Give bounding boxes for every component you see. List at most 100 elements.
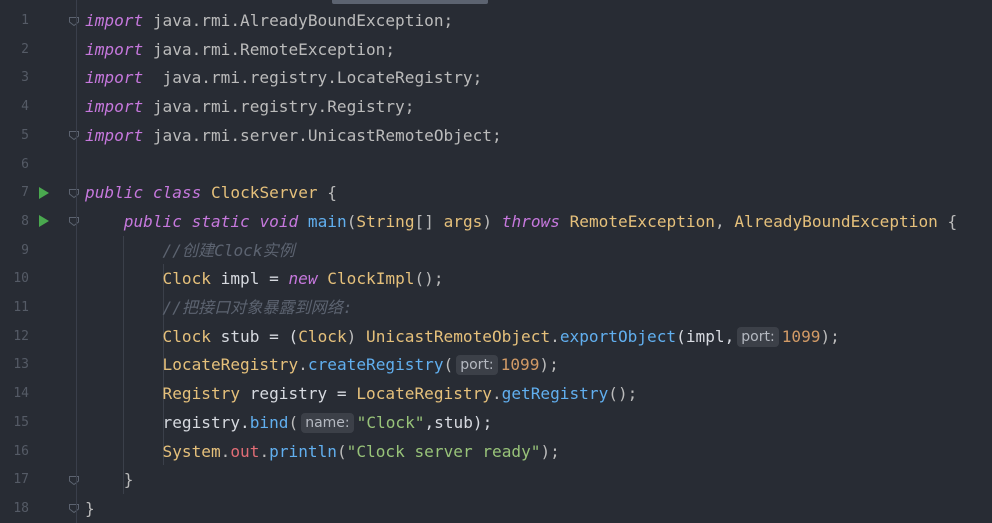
code-token: ): [482, 211, 502, 231]
code-token: Clock: [162, 269, 211, 289]
code-line[interactable]: Clock impl = new ClockImpl();: [85, 264, 444, 293]
code-token: createRegistry: [307, 355, 444, 375]
code-line[interactable]: //把接口对象暴露到网络:: [85, 293, 353, 322]
line-number: 18: [13, 500, 29, 516]
line-number: 15: [13, 414, 29, 430]
fold-icon[interactable]: [68, 15, 80, 27]
code-line[interactable]: System.out.println("Clock server ready")…: [85, 437, 560, 466]
code-line[interactable]: import java.rmi.server.UnicastRemoteObje…: [85, 121, 502, 150]
code-token: Clock: [162, 326, 211, 346]
code-token: impl =: [210, 269, 289, 289]
code-token: Registry: [162, 384, 241, 404]
code-token: ,stub);: [424, 412, 493, 432]
code-token: exportObject: [559, 326, 677, 346]
code-token: );: [540, 441, 560, 461]
code-line[interactable]: public static void main(String[] args) t…: [85, 207, 957, 236]
fold-icon[interactable]: [68, 474, 80, 486]
code-token: new: [288, 269, 318, 289]
code-line[interactable]: import java.rmi.registry.LocateRegistry;: [85, 63, 482, 92]
code-line[interactable]: registry.bind(name: "Clock",stub);: [85, 408, 492, 437]
code-token: println: [269, 441, 337, 461]
code-token: public: [85, 183, 144, 203]
line-number: 11: [13, 300, 29, 315]
gutter-divider: [76, 0, 77, 523]
code-line[interactable]: }: [85, 494, 95, 523]
line-number: 10: [13, 271, 29, 287]
code-token: (impl,: [676, 326, 735, 346]
line-number: 13: [13, 357, 29, 373]
line-number: 12: [13, 328, 29, 344]
code-token: ): [346, 326, 367, 346]
code-token: .: [298, 355, 308, 375]
code-token: Clock: [298, 326, 347, 346]
fold-icon[interactable]: [68, 502, 80, 514]
fold-icon[interactable]: [68, 187, 80, 199]
fold-icon[interactable]: [68, 129, 80, 141]
code-token: .: [491, 384, 502, 404]
code-line[interactable]: public class ClockServer {: [85, 178, 337, 207]
code-token: ();: [608, 384, 638, 404]
line-number: 8: [21, 213, 29, 229]
run-icon[interactable]: [39, 215, 49, 228]
code-token: out: [230, 441, 260, 461]
editor-gutter: 1 2 3 4 5 6 7 8 9 10 11 12 13 14 15 16 17 18: [0, 0, 80, 523]
code-token: //创建Clock实例: [162, 240, 295, 260]
code-token: 1099: [781, 326, 821, 346]
line-number: 2: [21, 41, 29, 57]
code-token: }: [85, 470, 134, 490]
code-token: //把接口对象暴露到网络:: [162, 298, 353, 317]
code-token: import: [85, 39, 144, 59]
code-line[interactable]: import java.rmi.AlreadyBoundException;: [85, 6, 453, 35]
code-token: void: [259, 211, 299, 231]
code-line[interactable]: import java.rmi.RemoteException;: [85, 35, 395, 64]
code-token: ();: [414, 269, 444, 289]
code-line[interactable]: Registry registry = LocateRegistry.getRe…: [85, 379, 638, 408]
code-token: .: [550, 326, 560, 346]
fold-icon[interactable]: [68, 215, 80, 227]
code-token: class: [152, 183, 202, 203]
code-token: String: [356, 211, 415, 231]
code-line[interactable]: Clock stub = (Clock) UnicastRemoteObject…: [85, 322, 840, 351]
code-token: LocateRegistry: [356, 384, 492, 404]
parameter-hint: port:: [456, 355, 498, 376]
code-line[interactable]: }: [85, 465, 134, 494]
code-line[interactable]: import java.rmi.registry.Registry;: [85, 92, 414, 121]
code-token: public: [123, 211, 182, 231]
code-token: import: [85, 11, 144, 30]
code-token: main: [307, 211, 347, 231]
code-token: import: [85, 68, 144, 88]
code-token: getRegistry: [501, 384, 609, 404]
code-token: java.rmi.registry.Registry;: [143, 97, 415, 117]
code-token: ,: [714, 211, 735, 231]
code-token: registry =: [240, 384, 357, 404]
code-token: static: [191, 211, 250, 231]
line-number: 16: [13, 443, 29, 459]
code-token: java.rmi.RemoteException;: [143, 39, 396, 59]
code-token: java.rmi.server.UnicastRemoteObject;: [143, 125, 502, 145]
code-token: 1099: [500, 355, 540, 375]
code-line[interactable]: //创建Clock实例: [85, 236, 295, 265]
parameter-hint: name:: [301, 412, 354, 433]
run-icon[interactable]: [39, 186, 49, 199]
line-number: 5: [21, 127, 29, 143]
line-number: 17: [13, 472, 29, 488]
code-token: stub = (: [210, 326, 299, 346]
code-token: }: [85, 498, 95, 518]
code-line[interactable]: LocateRegistry.createRegistry(port: 1099)…: [85, 350, 559, 379]
code-token: .: [259, 441, 270, 461]
code-token: LocateRegistry: [162, 355, 299, 375]
code-token: .: [220, 441, 231, 461]
code-editor[interactable]: 1 2 3 4 5 6 7 8 9 10 11 12 13 14 15 16 17 18 import java.…: [0, 0, 992, 523]
horizontal-scrollbar[interactable]: [332, 0, 488, 4]
line-number: 9: [21, 242, 29, 258]
code-token: registry.: [162, 412, 250, 432]
